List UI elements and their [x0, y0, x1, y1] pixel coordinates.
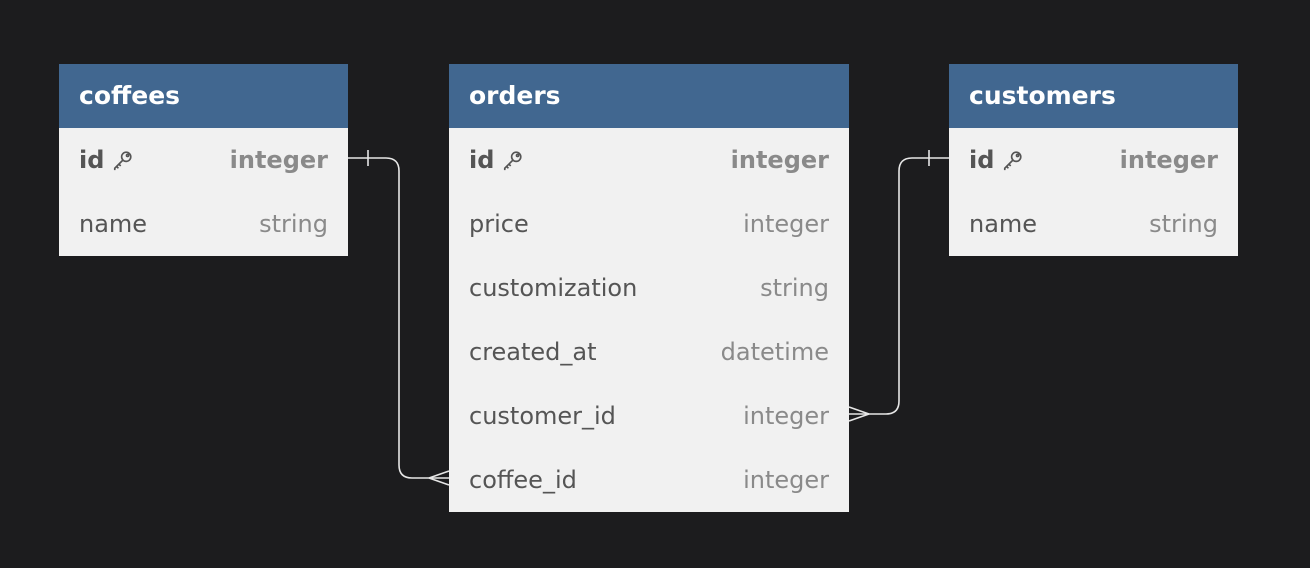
table-row[interactable]: id integer: [59, 128, 348, 192]
column-type: integer: [743, 210, 829, 238]
connector-line-customers-orders: [849, 157, 949, 415]
column-name: coffee_id: [469, 466, 577, 494]
table-row[interactable]: id integer: [949, 128, 1238, 192]
column-type: integer: [743, 402, 829, 430]
column-name: id: [469, 146, 495, 174]
table-row[interactable]: customer_id integer: [449, 384, 849, 448]
column-name-cell: id: [969, 146, 1024, 174]
relationship-customers-orders[interactable]: [848, 150, 949, 422]
column-name: id: [969, 146, 995, 174]
key-icon: [114, 151, 133, 171]
relationship-coffees-orders[interactable]: [348, 150, 450, 486]
table-row[interactable]: price integer: [449, 192, 849, 256]
column-type: string: [259, 210, 328, 238]
column-type: integer: [743, 466, 829, 494]
column-name: price: [469, 210, 529, 238]
column-name: id: [79, 146, 105, 174]
column-name-cell: id: [469, 146, 524, 174]
table-row[interactable]: id integer: [449, 128, 849, 192]
column-type: datetime: [720, 338, 829, 366]
key-icon: [504, 151, 523, 171]
table-row[interactable]: customization string: [449, 256, 849, 320]
column-name: name: [969, 210, 1038, 238]
table-title[interactable]: customers: [949, 64, 1238, 128]
table-title[interactable]: orders: [449, 64, 849, 128]
crowfoot-marker-orders-coffee-id: [428, 470, 450, 486]
column-name-cell: id: [79, 146, 134, 174]
column-name: customization: [469, 274, 638, 302]
er-diagram-canvas: coffees id integer name string orders id: [0, 0, 1310, 568]
connector-line-coffees-orders: [348, 157, 449, 479]
table-orders[interactable]: orders id integer price integer customiz…: [449, 64, 849, 512]
column-name: customer_id: [469, 402, 616, 430]
table-title[interactable]: coffees: [59, 64, 348, 128]
table-row[interactable]: name string: [59, 192, 348, 256]
column-type: integer: [730, 146, 829, 174]
column-type: string: [760, 274, 829, 302]
table-customers[interactable]: customers id integer name string: [949, 64, 1238, 256]
table-row[interactable]: name string: [949, 192, 1238, 256]
crowfoot-marker-orders-customer-id: [848, 406, 870, 422]
table-row[interactable]: coffee_id integer: [449, 448, 849, 512]
column-type: string: [1149, 210, 1218, 238]
column-type: integer: [229, 146, 328, 174]
column-type: integer: [1119, 146, 1218, 174]
column-name: name: [79, 210, 148, 238]
key-icon: [1004, 151, 1023, 171]
column-name: created_at: [469, 338, 597, 366]
table-coffees[interactable]: coffees id integer name string: [59, 64, 348, 256]
table-row[interactable]: created_at datetime: [449, 320, 849, 384]
